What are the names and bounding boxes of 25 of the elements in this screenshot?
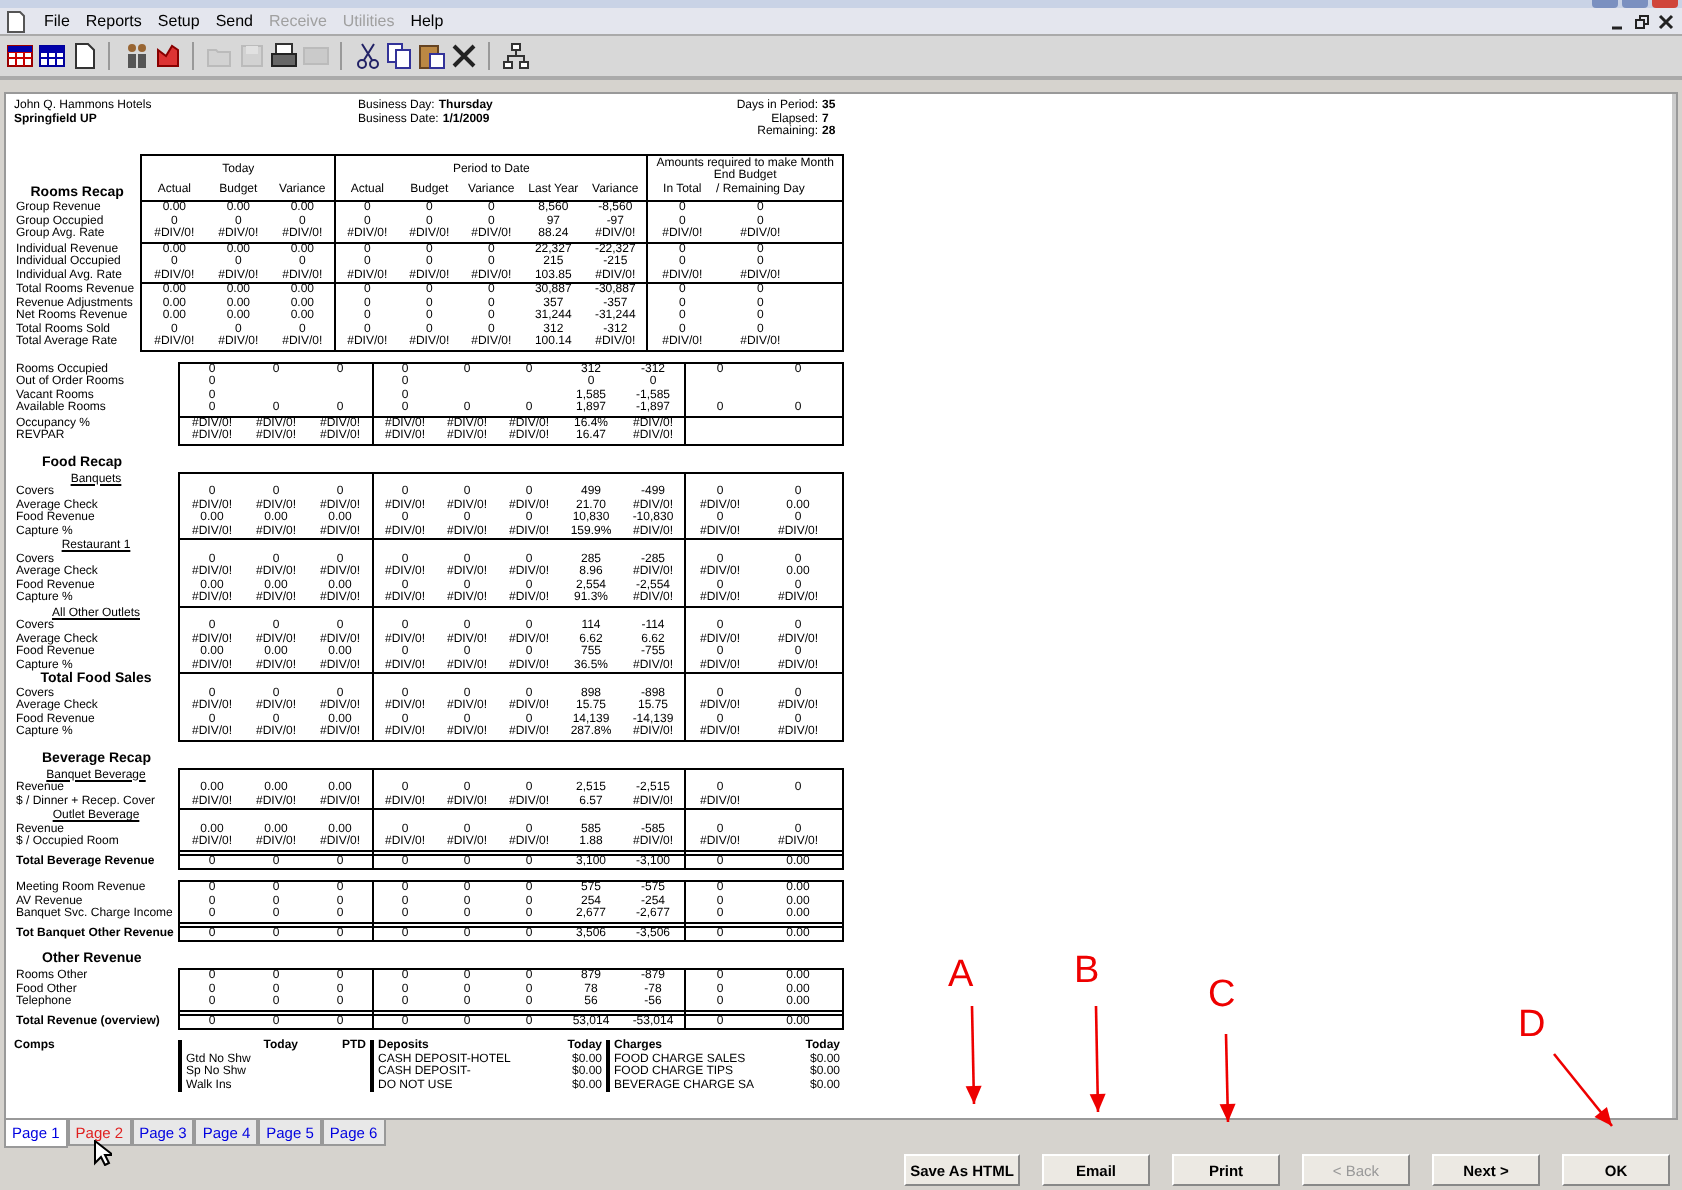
chart-icon[interactable] (152, 41, 182, 71)
mouse-pointer-icon (94, 1140, 112, 1166)
copy-icon[interactable] (384, 41, 414, 71)
annotation-arrow (1089, 1005, 1106, 1113)
menu-item[interactable]: Send (215, 12, 253, 30)
grid-icon[interactable] (36, 41, 66, 71)
grid-icon[interactable] (4, 41, 34, 71)
annotation-arrow (1553, 1053, 1613, 1127)
menu-item[interactable]: Help (410, 12, 444, 30)
menu-item[interactable]: Reports (85, 12, 142, 30)
print-icon[interactable] (268, 41, 298, 71)
restore-icon[interactable] (1632, 11, 1652, 31)
scissors-icon[interactable] (352, 41, 382, 71)
menu-item[interactable]: File (44, 12, 70, 30)
annotation-letter: C (1208, 976, 1236, 1016)
annotation-arrow (1219, 1033, 1236, 1123)
hierarchy-icon[interactable] (500, 41, 530, 71)
menu-item[interactable]: Setup (157, 12, 200, 30)
annotation-arrow (965, 1005, 982, 1105)
delete-icon[interactable] (448, 41, 478, 71)
annotation-letter: B (1074, 952, 1100, 992)
annotation-letter: D (1518, 1006, 1546, 1046)
paste-icon[interactable] (416, 41, 446, 71)
annotation-letter: A (948, 956, 974, 996)
close-icon[interactable] (1656, 11, 1676, 31)
